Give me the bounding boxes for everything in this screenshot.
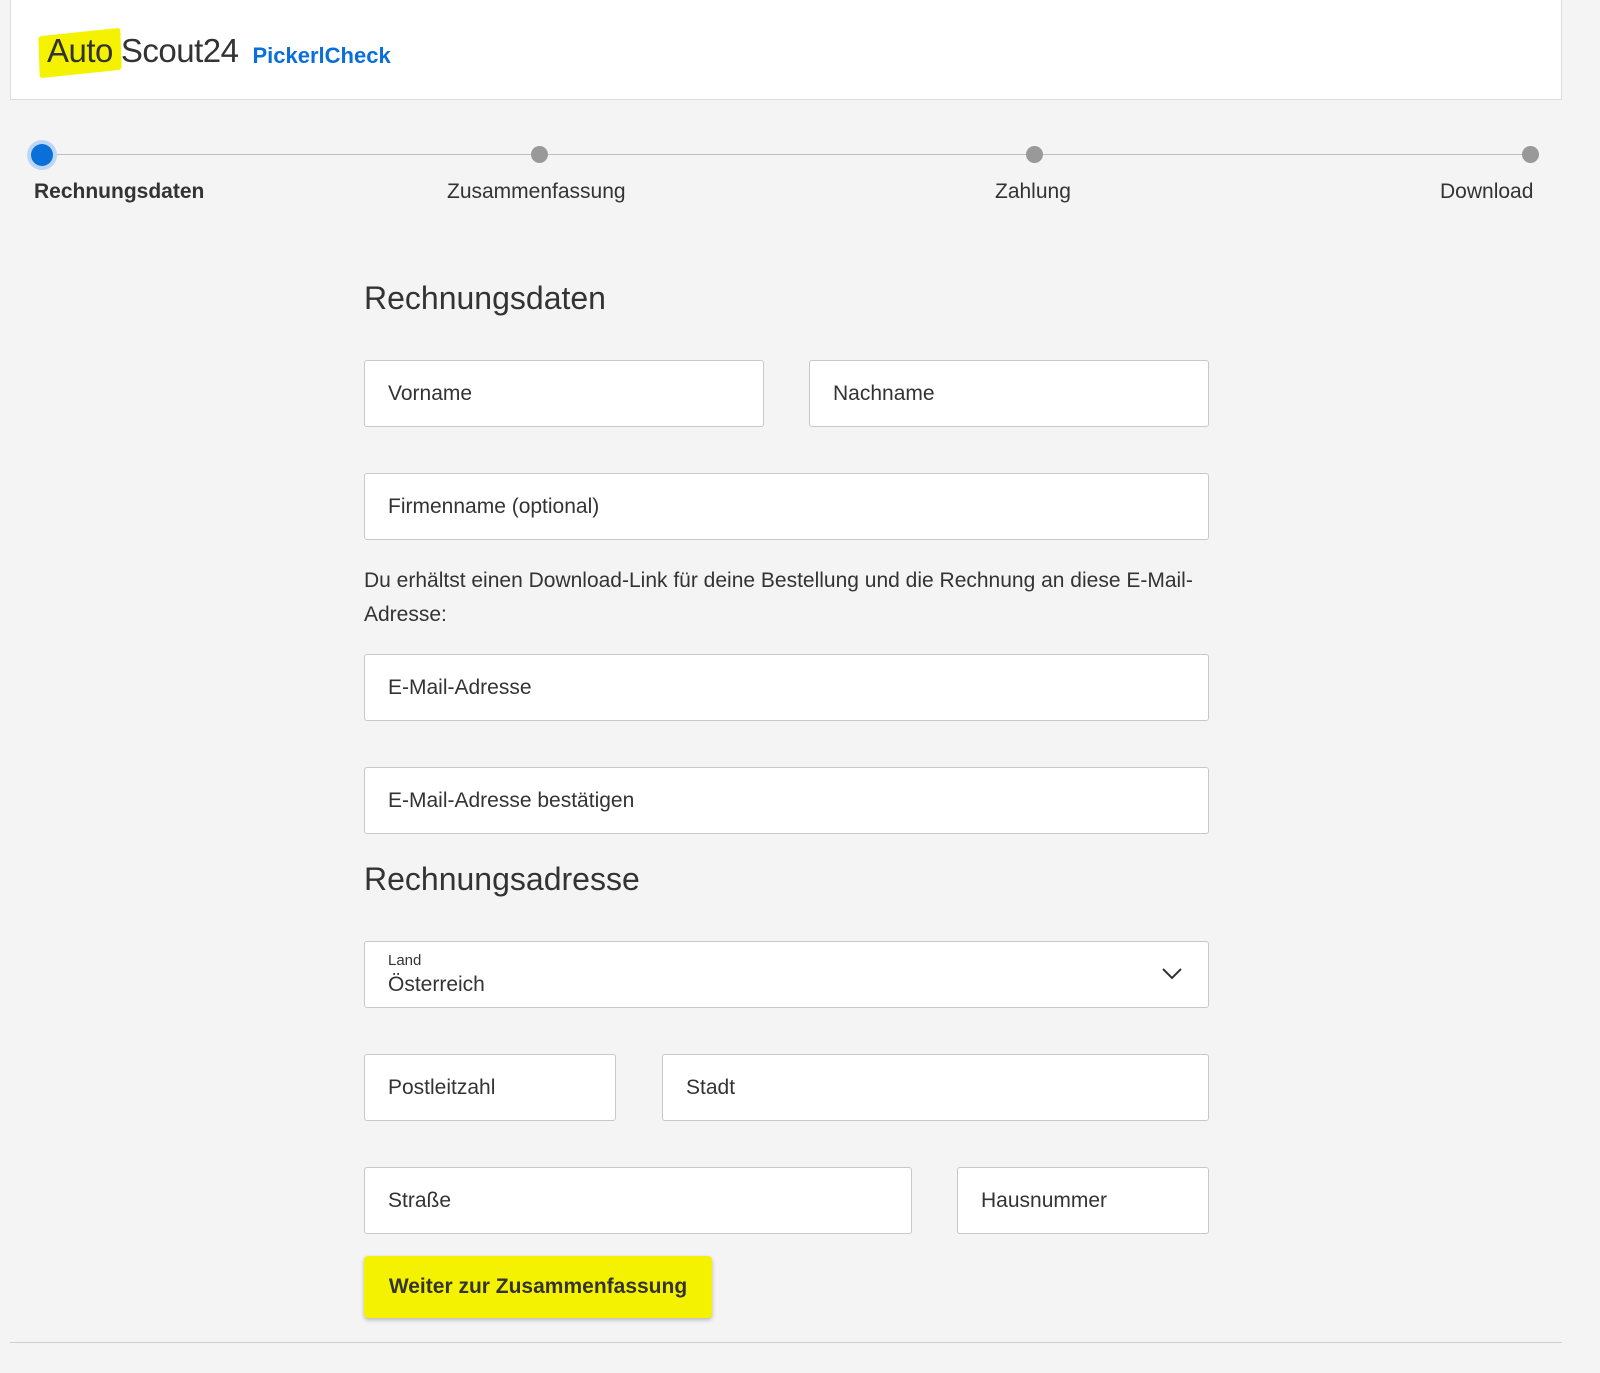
zip-field[interactable]: [364, 1054, 616, 1121]
first-name-input[interactable]: [388, 381, 763, 406]
step-label-zahlung: Zahlung: [995, 180, 1071, 203]
street-field[interactable]: [364, 1167, 912, 1234]
company-input[interactable]: [388, 494, 1208, 519]
step-dot-zahlung: [1026, 146, 1043, 163]
email-confirm-field[interactable]: [364, 767, 1209, 834]
company-field[interactable]: [364, 473, 1209, 540]
city-field[interactable]: [662, 1054, 1209, 1121]
step-label-zusammenfassung: Zusammenfassung: [447, 180, 626, 203]
country-value: Österreich: [388, 973, 485, 996]
header: Auto Scout24 PickerlCheck: [10, 0, 1562, 100]
step-dot-download: [1522, 146, 1539, 163]
logo-product-name: PickerlCheck: [252, 43, 391, 68]
address-section-title: Rechnungsadresse: [364, 861, 640, 897]
step-label-rechnungsdaten: Rechnungsdaten: [34, 180, 205, 203]
zip-input[interactable]: [388, 1075, 615, 1100]
billing-section-title: Rechnungsdaten: [364, 280, 606, 316]
step-label-download: Download: [1440, 180, 1534, 203]
email-field[interactable]: [364, 654, 1209, 721]
autoscout24-logo[interactable]: Auto Scout24 PickerlCheck: [41, 26, 391, 76]
email-input[interactable]: [388, 675, 1208, 700]
step-dot-zusammenfassung: [531, 146, 548, 163]
country-select[interactable]: Land Österreich: [364, 941, 1209, 1008]
house-number-field[interactable]: [957, 1167, 1209, 1234]
email-note: Du erhältst einen Download-Link für dein…: [364, 569, 1193, 626]
logo-auto: Auto: [41, 32, 121, 70]
email-confirm-input[interactable]: [388, 788, 1208, 813]
country-label: Land: [388, 952, 422, 969]
city-input[interactable]: [686, 1075, 1208, 1100]
footer-divider: [10, 1342, 1562, 1343]
last-name-input[interactable]: [833, 381, 1208, 406]
progress-stepper: Rechnungsdaten Zusammenfassung Zahlung D…: [0, 138, 1600, 218]
logo-scout: Scout24: [120, 32, 239, 69]
stepper-line: [42, 154, 1532, 155]
last-name-field[interactable]: [809, 360, 1209, 427]
first-name-field[interactable]: [364, 360, 764, 427]
house-number-input[interactable]: [981, 1188, 1208, 1213]
step-dot-rechnungsdaten: [31, 144, 53, 166]
chevron-down-icon[interactable]: [1162, 968, 1182, 980]
street-input[interactable]: [388, 1188, 911, 1213]
continue-to-summary-button[interactable]: Weiter zur Zusammenfassung: [364, 1256, 712, 1318]
